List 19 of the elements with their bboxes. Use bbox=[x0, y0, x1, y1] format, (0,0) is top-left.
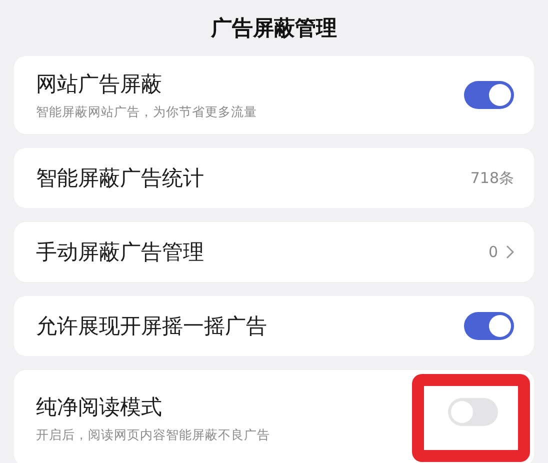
row-label: 智能屏蔽广告统计 bbox=[36, 165, 205, 192]
settings-row[interactable]: 允许展现开屏摇一摇广告 bbox=[14, 296, 534, 356]
toggle-switch[interactable] bbox=[448, 398, 498, 426]
toggle-switch[interactable] bbox=[464, 81, 514, 109]
toggle-switch[interactable] bbox=[464, 312, 514, 340]
count-value: 718条 bbox=[470, 168, 514, 188]
count-value: 0 bbox=[488, 243, 498, 261]
row-label: 网站广告屏蔽 bbox=[36, 70, 163, 98]
page-title: 广告屏蔽管理 bbox=[210, 15, 338, 42]
chevron-right-icon bbox=[506, 245, 514, 259]
row-subtitle: 智能屏蔽网站广告，为你节省更多流量 bbox=[36, 104, 258, 120]
settings-row[interactable]: 网站广告屏蔽 智能屏蔽网站广告，为你节省更多流量 bbox=[14, 56, 534, 134]
row-subtitle: 开启后，阅读网页内容智能屏蔽不良广告 bbox=[36, 426, 271, 444]
settings-row[interactable]: 纯净阅读模式 开启后，阅读网页内容智能屏蔽不良广告 bbox=[14, 370, 534, 463]
row-label: 纯净阅读模式 bbox=[36, 394, 163, 420]
settings-row[interactable]: 手动屏蔽广告管理 0 bbox=[14, 222, 534, 282]
settings-row[interactable]: 智能屏蔽广告统计 718条 bbox=[14, 148, 534, 208]
row-label: 手动屏蔽广告管理 bbox=[36, 239, 205, 266]
row-label: 允许展现开屏摇一摇广告 bbox=[36, 313, 268, 340]
